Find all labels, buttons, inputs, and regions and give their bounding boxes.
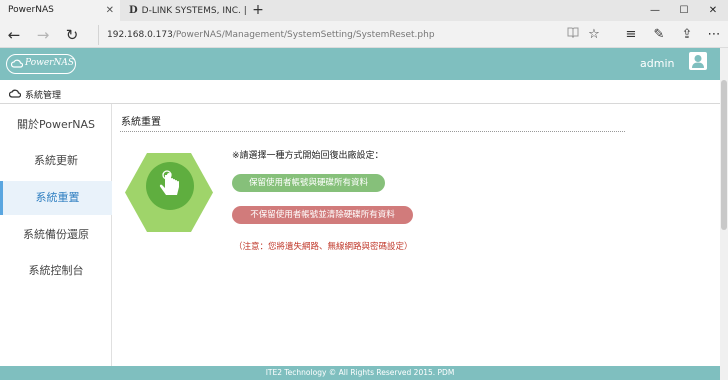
sidebar-item-reset[interactable]: 系統重置: [0, 181, 112, 215]
browser-tab-bar: PowerNAS ✕ DD-LINK SYSTEMS, INC. | WIF +…: [0, 0, 728, 37]
page-title: 系統重置: [121, 117, 161, 128]
note-icon[interactable]: ✎: [649, 25, 669, 45]
sidebar-item-update[interactable]: 系統更新: [0, 146, 112, 176]
tab-dlink[interactable]: DD-LINK SYSTEMS, INC. | WIF: [121, 0, 249, 37]
user-avatar-icon[interactable]: [689, 52, 707, 70]
tab-title: PowerNAS: [8, 5, 54, 15]
powernas-logo[interactable]: PowerNAS: [6, 54, 76, 74]
hub-icon[interactable]: ≡: [621, 25, 641, 45]
title-divider: [120, 131, 625, 132]
reset-keep-data-button[interactable]: 保留使用者帳號與硬碟所有資料: [232, 174, 385, 192]
scrollbar-thumb[interactable]: [721, 80, 727, 230]
cloud-icon: [9, 89, 21, 98]
address-bar: ← → ↻ 192.168.0.173/PowerNAS/Management/…: [0, 21, 728, 48]
reset-instruction: ※請選擇一種方式開始回復出廠設定：: [232, 151, 384, 161]
url-field[interactable]: 192.168.0.173/PowerNAS/Management/System…: [98, 25, 558, 45]
sidebar-item-backup-restore[interactable]: 系統備份還原: [0, 220, 112, 250]
tab-powernas[interactable]: PowerNAS ✕: [0, 0, 120, 21]
breadcrumb-label: 系統管理: [25, 91, 62, 101]
url-path: /PowerNAS/Management/SystemSetting/Syste…: [172, 30, 435, 40]
logo-cloud-icon: [11, 59, 23, 68]
minimize-button[interactable]: —: [641, 0, 669, 21]
reset-wipe-data-button[interactable]: 不保留使用者帳號並清除硬碟所有資料: [232, 206, 413, 224]
reset-warning: （注意：您將遺失網路、無線網路與密碼設定）: [234, 242, 413, 252]
sidebar: 關於PowerNAS 系統更新 系統重置 系統備份還原 系統控制台: [0, 104, 112, 366]
url-host: 192.168.0.173: [107, 30, 173, 40]
user-name[interactable]: admin: [640, 57, 674, 70]
hand-touch-icon: [159, 170, 179, 195]
breadcrumb: 系統管理: [0, 84, 720, 104]
favorite-star-icon[interactable]: ☆: [584, 25, 604, 45]
new-tab-button[interactable]: +: [250, 0, 266, 21]
share-icon[interactable]: ⇪: [677, 25, 697, 45]
reading-view-icon[interactable]: [563, 25, 583, 45]
more-icon[interactable]: ⋯: [704, 25, 724, 45]
reset-touch-badge: [146, 162, 194, 210]
close-tab-icon[interactable]: ✕: [106, 0, 114, 21]
app-header: PowerNAS admin: [0, 48, 720, 80]
sidebar-item-console[interactable]: 系統控制台: [0, 256, 112, 286]
footer: ITE2 Technology © All Rights Reserved 20…: [0, 366, 720, 380]
back-arrow-icon[interactable]: ←: [4, 25, 24, 45]
close-window-button[interactable]: ✕: [699, 0, 727, 21]
maximize-button[interactable]: ☐: [670, 0, 698, 21]
dlink-favicon-icon: D: [129, 5, 138, 16]
logo-text: PowerNAS: [25, 58, 74, 68]
refresh-icon[interactable]: ↻: [62, 25, 82, 45]
forward-arrow-icon[interactable]: →: [33, 25, 53, 45]
sidebar-item-about[interactable]: 關於PowerNAS: [0, 110, 112, 140]
